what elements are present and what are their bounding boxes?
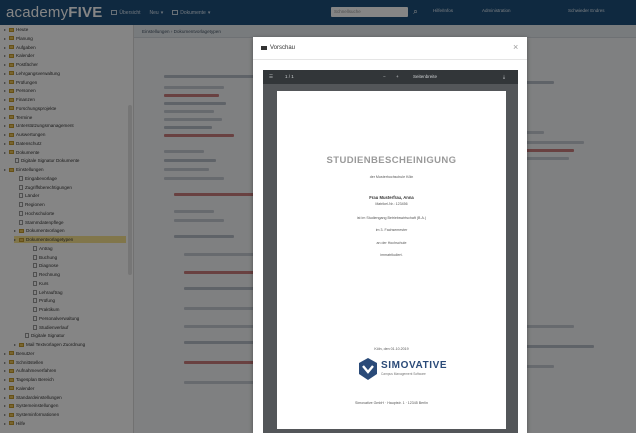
pdf-viewer: ☰ 1 / 1 − + Seitenbreite ⤓ STUDIENBESCHE… xyxy=(263,70,518,433)
pdf-line: Matrikel-Nr.: 123456 xyxy=(375,202,408,206)
dialog-title-text: Vorschau xyxy=(270,45,296,51)
zoom-out-button[interactable]: − xyxy=(383,74,386,79)
pdf-logo-subtitle: Campus Management Software xyxy=(381,372,426,376)
menu-icon[interactable]: ☰ xyxy=(269,74,273,80)
zoom-in-button[interactable]: + xyxy=(396,74,399,79)
page-counter: 1 / 1 xyxy=(285,74,294,79)
pdf-toolbar: ☰ 1 / 1 − + Seitenbreite ⤓ xyxy=(263,70,518,84)
pdf-line: ist im Studiengang Betriebswirtschaft (B… xyxy=(356,216,427,220)
pdf-line: an der Hochschule xyxy=(376,241,407,245)
close-icon[interactable]: × xyxy=(513,42,518,52)
pdf-line: Frau Musterfrau, Anna xyxy=(369,195,414,200)
pdf-date-line: Köln, den 01.10.2019 xyxy=(374,347,409,351)
dialog-title: Vorschau xyxy=(261,45,295,51)
pdf-line: im 3. Fachsemester xyxy=(375,228,408,232)
pdf-line: der Musterhochschule Köln xyxy=(369,175,414,179)
fit-width-select[interactable]: Seitenbreite xyxy=(413,74,437,79)
dialog-header: Vorschau × xyxy=(253,37,527,60)
download-icon[interactable]: ⤓ xyxy=(503,74,505,79)
pdf-line: immatrikuliert. xyxy=(380,253,403,257)
preview-icon xyxy=(261,46,267,50)
preview-dialog: Vorschau × ☰ 1 / 1 − + Seitenbreite ⤓ ST… xyxy=(253,37,527,433)
pdf-footer: Simovative GmbH · Hauptstr. 1 · 12345 Be… xyxy=(355,401,428,405)
pdf-page: STUDIENBESCHEINIGUNG der Musterhochschul… xyxy=(277,91,506,429)
document-title: STUDIENBESCHEINIGUNG xyxy=(326,155,457,166)
simovative-logo-icon xyxy=(359,358,377,380)
pdf-logo-name: SIMOVATIVE xyxy=(381,360,448,371)
